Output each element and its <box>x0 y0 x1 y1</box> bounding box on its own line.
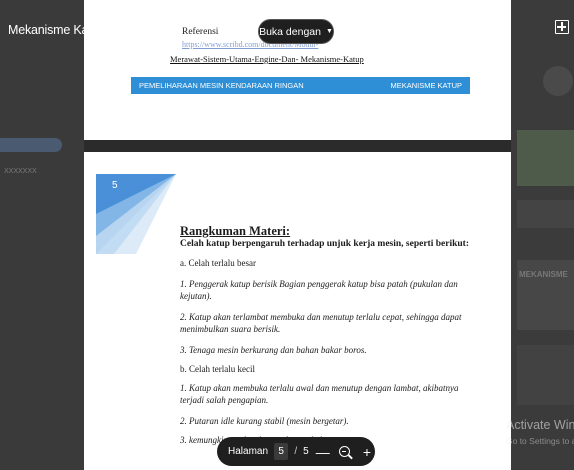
open-with-label: Buka dengan <box>259 25 321 38</box>
background-ghost-title: MEKANISME <box>519 270 568 279</box>
background-nav-pill <box>0 138 62 152</box>
document-body: Rangkuman Materi: Celah katup berpengaru… <box>180 224 498 453</box>
list-item: 1. Penggerak katup berisik Bagian pengge… <box>180 279 458 301</box>
list-item: b. Celah terlalu kecil <box>180 364 255 374</box>
chevron-down-icon: ▼ <box>325 28 333 35</box>
footer-right-text: MEKANISME KATUP <box>390 81 462 90</box>
zoom-in-button[interactable]: + <box>359 443 375 461</box>
activation-watermark-subtitle: Go to Settings to a <box>506 436 574 446</box>
list-item: 2. Putaran idle kurang stabil (mesin ber… <box>180 416 349 426</box>
viewer-header: Mekanisme Katup REV.docx.pdf Buka dengan… <box>0 0 574 46</box>
page-separator: / <box>294 446 298 457</box>
page-label: Halaman <box>228 446 269 457</box>
background-left-panel: XXXXXXX <box>0 0 84 470</box>
zoom-button[interactable] <box>337 443 353 461</box>
list-item: a. Celah terlalu besar <box>180 258 256 268</box>
background-block <box>517 345 574 405</box>
background-ghost-text: XXXXXXX <box>4 168 37 175</box>
list-item: 2. Katup akan terlambat membuka dan menu… <box>180 312 462 334</box>
footer-left-text: PEMELIHARAAN MESIN KENDARAAN RINGAN <box>139 81 304 90</box>
add-to-drive-icon[interactable] <box>555 20 569 34</box>
background-block <box>517 130 574 186</box>
reference-link-continued[interactable]: Merawat-Sistem-Utama-Engine-Dan- Mekanis… <box>170 54 364 64</box>
background-right-panel: MEKANISME <box>511 0 574 470</box>
list-item: 1. Katup akan membuka terlalu awal dan m… <box>180 383 459 405</box>
section-heading: Rangkuman Materi: <box>180 224 291 238</box>
zoom-out-button[interactable]: — <box>315 443 331 461</box>
page-footer-banner: PEMELIHARAAN MESIN KENDARAAN RINGAN MEKA… <box>131 77 470 94</box>
page-number-input[interactable]: 5 <box>274 443 289 460</box>
file-title: Mekanisme Katup REV.docx.pdf <box>8 23 182 37</box>
background-block <box>517 200 574 228</box>
section-subheading: Celah katup berpengaruh terhadap unjuk k… <box>180 239 469 249</box>
pdf-page-5: 5 Rangkuman Materi: Celah katup berpenga… <box>84 152 511 470</box>
activation-watermark-title: Activate Windo <box>506 418 574 432</box>
page-number: 5 <box>112 180 118 191</box>
open-with-button[interactable]: Buka dengan ▼ <box>258 19 334 44</box>
total-pages: 5 <box>303 446 309 457</box>
list-item: 3. Tenaga mesin berkurang dan bahan baka… <box>180 345 367 355</box>
magnifier-icon <box>339 446 351 457</box>
background-circle <box>543 66 573 96</box>
page-toolbar: Halaman 5 / 5 — + <box>217 437 375 466</box>
page-corner-decoration <box>96 174 176 254</box>
